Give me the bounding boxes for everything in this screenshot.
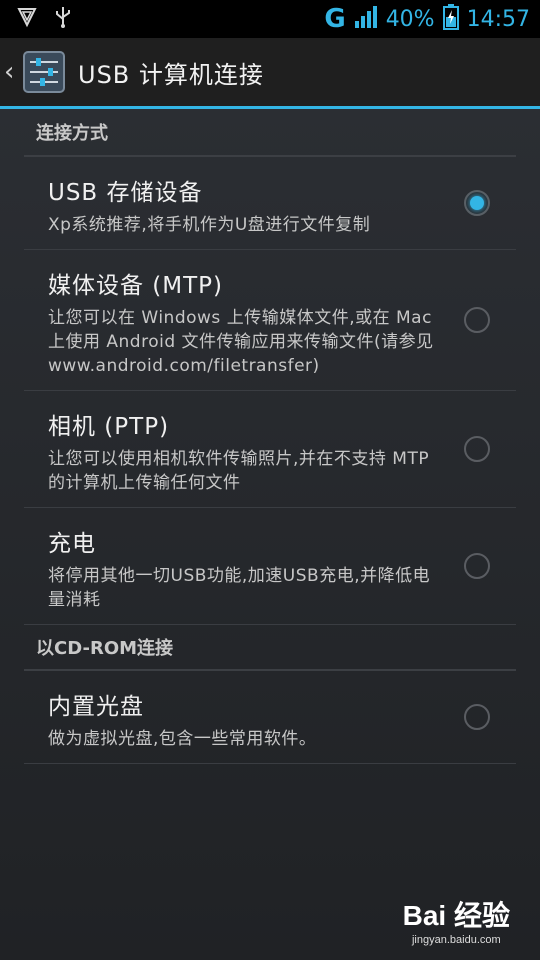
option-title: 充电 [48,531,96,557]
page-title: USB 计算机连接 [78,60,264,89]
option-summary: 做为虚拟光盘,包含一些常用软件。 [48,729,317,749]
option-camera[interactable]: 相机 (PTP) 让您可以使用相机软件传输照片,并在不支持 MTP 的计算机上传… [24,391,516,508]
network-type: G [324,4,346,34]
option-title: 相机 (PTP) [48,414,170,440]
option-usb-storage[interactable]: USB 存储设备 Xp系统推荐,将手机作为U盘进行文件复制 [24,157,516,250]
option-media-device[interactable]: 媒体设备 (MTP) 让您可以在 Windows 上传输媒体文件,或在 Mac … [24,250,516,391]
option-title: USB 存储设备 [48,180,203,206]
option-summary: 让您可以使用相机软件传输照片,并在不支持 MTP 的计算机上传输任何文件 [48,449,430,493]
battery-percent: 40% [385,6,435,32]
section-header-connect-as: 连接方式 [24,109,516,157]
radio-button[interactable] [464,553,490,579]
clock: 14:57 [466,6,530,32]
radio-button[interactable] [464,704,490,730]
option-built-in-cd[interactable]: 内置光盘 做为虚拟光盘,包含一些常用软件。 [24,671,516,764]
option-summary: Xp系统推荐,将手机作为U盘进行文件复制 [48,215,371,235]
option-title: 内置光盘 [48,694,144,720]
usb-icon [54,5,72,33]
watermark-brand: Bai 经验 [402,900,510,931]
baidu-watermark: Bai 经验 jingyan.baidu.com [403,894,510,946]
settings-sliders-icon[interactable] [22,50,66,94]
radio-button[interactable] [464,436,490,462]
chevron-left-icon[interactable]: ‹ [4,57,18,87]
settings-list[interactable]: 连接方式 USB 存储设备 Xp系统推荐,将手机作为U盘进行文件复制 媒体设备 … [0,109,540,960]
watermark-url: jingyan.baidu.com [411,934,501,946]
shield-icon [16,6,38,32]
section-header-cdrom: 以CD-ROM连接 [24,625,516,671]
option-charge-only[interactable]: 充电 将停用其他一切USB功能,加速USB充电,并降低电量消耗 [24,508,516,625]
option-title: 媒体设备 (MTP) [48,273,224,299]
radio-button[interactable] [464,307,490,333]
option-summary: 将停用其他一切USB功能,加速USB充电,并降低电量消耗 [48,566,431,610]
option-summary: 让您可以在 Windows 上传输媒体文件,或在 Mac 上使用 Android… [48,308,434,376]
signal-icon [354,5,378,33]
status-bar: G 40% 14:57 [0,0,540,38]
radio-button-selected[interactable] [464,190,490,216]
action-bar: ‹ USB 计算机连接 [0,38,540,109]
battery-icon [442,4,459,34]
